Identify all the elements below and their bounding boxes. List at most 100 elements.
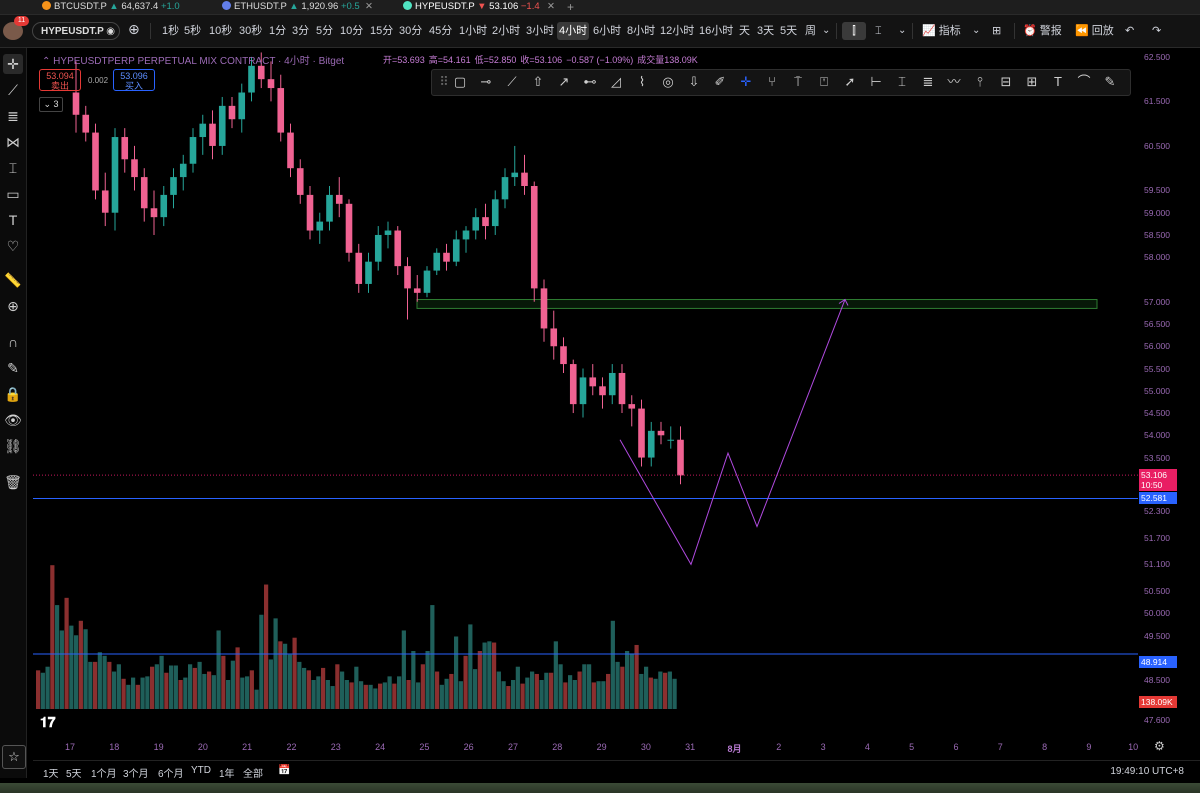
zoom-icon[interactable]: ⊕ <box>3 296 23 316</box>
note-icon[interactable]: ⍞ <box>814 72 834 92</box>
interval-5[interactable]: 3分 <box>290 22 311 40</box>
range-button-3[interactable]: 3个月 <box>123 765 149 780</box>
range-button-1[interactable]: 5天 <box>66 765 82 780</box>
range-button-4[interactable]: 6个月 <box>158 765 184 780</box>
tab-btcusdt[interactable]: BTCUSDT.P ▲ 64,637.4 +1.0 <box>42 0 180 14</box>
interval-16[interactable]: 8小时 <box>625 22 657 40</box>
interval-19[interactable]: 天 <box>737 22 752 40</box>
add-symbol-icon[interactable]: ⊕ <box>126 20 142 38</box>
path-icon[interactable]: ⌇ <box>632 72 652 92</box>
range-button-0[interactable]: 1天 <box>43 765 59 780</box>
brush-icon[interactable]: ✐ <box>710 72 730 92</box>
pattern-icon[interactable]: ⋈ <box>3 132 23 152</box>
link-icon[interactable]: ⛓ <box>3 436 23 456</box>
interval-21[interactable]: 5天 <box>778 22 799 40</box>
favorites-star-icon[interactable]: ☆ <box>2 745 26 769</box>
alerts-button[interactable]: ⏰ 警报 <box>1021 22 1064 40</box>
indicator-collapse-button[interactable]: ⌄ 3 <box>39 97 63 112</box>
range-button-5[interactable]: YTD <box>191 765 211 776</box>
short-position-icon[interactable]: ⊞ <box>1022 72 1042 92</box>
crosshair-icon[interactable]: ✛ <box>3 54 23 74</box>
interval-9[interactable]: 30分 <box>397 22 424 40</box>
interval-22[interactable]: 周 <box>803 22 818 40</box>
interval-1[interactable]: 5秒 <box>182 22 203 40</box>
ruler-icon[interactable]: 📏 <box>3 270 23 290</box>
price-chart[interactable] <box>33 48 1138 738</box>
interval-12[interactable]: 2小时 <box>490 22 522 40</box>
arrow-down-icon[interactable]: ⇩ <box>684 72 704 92</box>
fib-retracement-icon[interactable]: ≣ <box>918 72 938 92</box>
interval-20[interactable]: 3天 <box>755 22 776 40</box>
chevron-down-icon[interactable]: ⌄ <box>820 22 832 40</box>
time-axis[interactable]: 17 18 19 20 21 22 23 24 25 26 27 28 29 30 31 8月 2 3 4 5 6 7 8 9… <box>33 738 1138 758</box>
projection-icon[interactable]: ⌶ <box>3 158 23 178</box>
replay-button[interactable]: ⏪ 回放 <box>1073 22 1116 40</box>
interval-6[interactable]: 5分 <box>314 22 335 40</box>
lock-icon[interactable]: 🔒 <box>3 384 23 404</box>
interval-7[interactable]: 10分 <box>338 22 365 40</box>
interval-0[interactable]: 1秒 <box>160 22 181 40</box>
interval-17[interactable]: 12小时 <box>658 22 696 40</box>
bar-type-icon[interactable]: ⌶ <box>873 22 884 40</box>
redo-icon[interactable]: ↷ <box>1150 22 1163 40</box>
calendar-icon[interactable]: 📅 <box>278 765 290 776</box>
arrow-up-icon[interactable]: ⇧ <box>528 72 548 92</box>
trend-line-icon[interactable]: ⟋ <box>3 80 23 100</box>
price-label-icon[interactable]: ⍑ <box>788 72 808 92</box>
rectangle-icon[interactable]: ▢ <box>450 72 470 92</box>
new-tab-icon[interactable]: + <box>567 0 574 14</box>
symbol-search[interactable]: HYPEUSDT.P ◉ <box>32 22 120 40</box>
trash-icon[interactable]: 🗑 <box>3 472 23 492</box>
layout-grid-icon[interactable]: ⊞ <box>990 22 1003 40</box>
close-tab-icon[interactable]: ✕ <box>365 0 373 14</box>
tab-ethusdt[interactable]: ETHUSDT.P ▲ 1,920.96 +0.5 <box>222 0 360 14</box>
chevron-down-icon[interactable]: ⌄ <box>970 22 982 40</box>
interval-15[interactable]: 6小时 <box>591 22 623 40</box>
interval-8[interactable]: 15分 <box>368 22 395 40</box>
sell-button[interactable]: 53.094 卖出 <box>39 69 81 91</box>
indicators-button[interactable]: 📈 指标 <box>920 22 963 40</box>
tab-hypeusdt[interactable]: HYPEUSDT.P ▼ 53.106 −1.4 <box>403 0 540 14</box>
circle-icon[interactable]: ◎ <box>658 72 678 92</box>
chevron-down-icon[interactable]: ⌄ <box>896 22 908 40</box>
undo-icon[interactable]: ↶ <box>1123 22 1136 40</box>
pencil-lock-icon[interactable]: ✎ <box>3 358 23 378</box>
interval-11[interactable]: 1小时 <box>457 22 489 40</box>
collapse-legend-icon[interactable]: ⌃ <box>42 56 53 67</box>
text-icon[interactable]: T <box>3 210 23 230</box>
range-button-6[interactable]: 1年 <box>219 765 235 780</box>
interval-18[interactable]: 16小时 <box>697 22 735 40</box>
vertical-line-icon[interactable]: ⫯ <box>970 72 990 92</box>
triangle-icon[interactable]: ◿ <box>606 72 626 92</box>
price-range-icon[interactable]: ⌶ <box>892 72 912 92</box>
highlighter-icon[interactable]: ✎ <box>1100 72 1120 92</box>
trend-line-icon[interactable]: ⟋ <box>502 72 522 92</box>
eye-icon[interactable]: 👁 <box>3 410 23 430</box>
interval-2[interactable]: 10秒 <box>207 22 234 40</box>
buy-button[interactable]: 53.096 买入 <box>113 69 155 91</box>
arrow-line-icon[interactable]: ➚ <box>840 72 860 92</box>
interval-4[interactable]: 1分 <box>267 22 288 40</box>
curve-icon[interactable]: ⌒ <box>1074 72 1094 92</box>
candles-icon[interactable]: ⫿ <box>842 22 866 40</box>
ray-icon[interactable]: ↗ <box>554 72 574 92</box>
fib-icon[interactable]: ≣ <box>3 106 23 126</box>
pitchfork-icon[interactable]: ⑂ <box>762 72 782 92</box>
price-axis[interactable]: 62.500 61.500 60.500 59.500 59.000 58.500 58.0… <box>1138 48 1200 738</box>
horizontal-line-icon[interactable]: ⊸ <box>476 72 496 92</box>
close-tab-icon[interactable]: ✕ <box>547 0 555 14</box>
wave-icon[interactable]: 〰 <box>944 72 964 92</box>
rectangle-icon[interactable]: ▭ <box>3 184 23 204</box>
utc-clock[interactable]: 19:49:10 UTC+8 <box>1110 766 1184 777</box>
interval-14[interactable]: 4小时 <box>557 22 590 40</box>
settings-gear-icon[interactable]: ⚙ <box>1154 739 1165 753</box>
long-position-icon[interactable]: ⊟ <box>996 72 1016 92</box>
text-icon[interactable]: T <box>1048 72 1068 92</box>
eye-icon[interactable]: ◉ <box>106 23 115 41</box>
range-button-7[interactable]: 全部 <box>243 765 263 780</box>
range-button-2[interactable]: 1个月 <box>91 765 117 780</box>
crosshair-icon[interactable]: ✛ <box>736 72 756 92</box>
magnet-icon[interactable]: ∩ <box>3 332 23 352</box>
extended-line-icon[interactable]: ⊷ <box>580 72 600 92</box>
interval-10[interactable]: 45分 <box>427 22 454 40</box>
